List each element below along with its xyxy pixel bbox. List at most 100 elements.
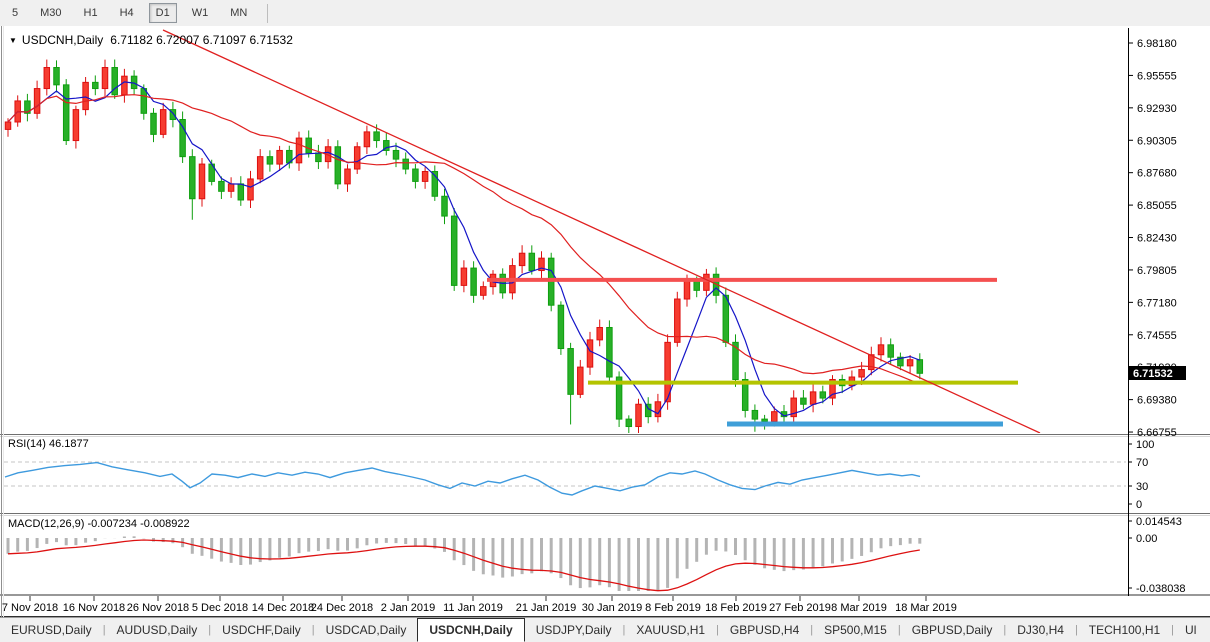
candle-body [800, 397, 807, 405]
candle-body [237, 183, 245, 201]
symbol-tab-gbpusd-daily[interactable]: GBPUSD,Daily [901, 618, 1004, 642]
candle-body [674, 298, 681, 343]
candle-body [33, 88, 41, 114]
rsi-axis-label: 0 [1136, 499, 1142, 511]
toolbar-separator [267, 3, 269, 23]
timeframe-button-m30[interactable]: M30 [33, 3, 68, 23]
candle-body [480, 286, 487, 296]
candle-body [363, 131, 371, 148]
symbol-tab-audusd-daily[interactable]: AUDUSD,Daily [106, 618, 209, 642]
candle-body [353, 146, 361, 170]
symbol-tab-tech100-h1[interactable]: TECH100,H1 [1078, 618, 1171, 642]
candle-body [276, 149, 283, 165]
date-label: 18 Mar 2019 [895, 602, 957, 614]
rsi-indicator-label: RSI(14) 46.1877 [8, 438, 89, 450]
candle-body [92, 81, 99, 90]
symbol-tab-usdcnh-daily[interactable]: USDCNH,Daily [417, 618, 525, 642]
date-label: 18 Feb 2019 [705, 602, 767, 614]
date-label: 8 Mar 2019 [831, 602, 887, 614]
date-label: 26 Nov 2018 [127, 602, 189, 614]
candle-body [577, 366, 584, 395]
candle-body [809, 391, 817, 405]
candle-body [557, 304, 565, 350]
date-label: 16 Nov 2018 [63, 602, 125, 614]
date-label: 8 Feb 2019 [645, 602, 701, 614]
candle-body [518, 252, 526, 267]
candle-body [819, 391, 827, 399]
macd-axis-label: -0.038038 [1136, 583, 1186, 595]
date-label: 24 Dec 2018 [311, 602, 373, 614]
date-label: 14 Dec 2018 [252, 602, 314, 614]
candle-body [179, 119, 186, 158]
candle-body [53, 67, 60, 86]
candle-body [392, 149, 400, 160]
timeframe-button-mn[interactable]: MN [223, 3, 254, 23]
timeframe-button-d1[interactable]: D1 [148, 3, 177, 23]
price-axis-label: 6.98180 [1137, 38, 1177, 50]
candle-body [906, 359, 914, 367]
symbol-dropdown-icon[interactable]: ▼ [9, 36, 17, 45]
timeframe-button-5[interactable]: 5 [5, 3, 25, 23]
candle-body [150, 112, 157, 135]
candle-body [373, 131, 380, 142]
price-axis-label: 6.82430 [1137, 233, 1177, 245]
candle-body [916, 359, 924, 374]
symbol-tab-eurusd-daily[interactable]: EURUSD,Daily [0, 618, 103, 642]
symbol-tab-usdchf-daily[interactable]: USDCHF,Daily [211, 618, 312, 642]
price-axis-label: 6.74555 [1137, 330, 1177, 342]
candle-body [402, 158, 409, 170]
candle-body [441, 195, 448, 217]
candle-body [121, 75, 128, 96]
candle-body [218, 180, 225, 192]
candle-body [771, 411, 778, 423]
symbol-tabbar: EURUSD,Daily | AUDUSD,Daily | USDCHF,Daily | U… [0, 617, 1210, 642]
macd-axis-label: 0.00 [1136, 533, 1157, 545]
candle-body [247, 178, 254, 201]
candle-body [722, 294, 730, 343]
symbol-tab-dj30-h4[interactable]: DJ30,H4 [1006, 618, 1075, 642]
candle-body [72, 109, 80, 142]
date-label: 21 Jan 2019 [516, 602, 577, 614]
candle-body [256, 156, 264, 180]
candle-body [654, 401, 662, 418]
candle-body [315, 152, 322, 163]
symbol-tab-usdjpy-daily[interactable]: USDJPY,Daily [525, 618, 623, 642]
candle-body [635, 403, 642, 428]
date-label: 30 Jan 2019 [582, 602, 643, 614]
macd-indicator-label: MACD(12,26,9) -0.007234 -0.008922 [8, 518, 190, 530]
candle-body [305, 137, 312, 154]
price-axis-label: 6.95555 [1137, 70, 1177, 82]
candle-body [4, 121, 12, 130]
timeframe-toolbar: 5 M30 H1 H4 D1 W1 MN [0, 0, 1210, 27]
candle-body [421, 171, 429, 182]
candle-body [470, 267, 477, 296]
candle-body [625, 418, 633, 428]
price-axis-label: 6.87680 [1137, 168, 1177, 180]
candle-body [43, 67, 51, 90]
candle-body [295, 137, 303, 164]
timeframe-button-w1[interactable]: W1 [185, 3, 216, 23]
date-label: 2 Jan 2019 [381, 602, 435, 614]
rsi-axis-label: 100 [1136, 439, 1154, 451]
candle-body [877, 344, 885, 356]
price-axis-label: 6.77180 [1137, 297, 1177, 309]
chart-ohlc-values: 6.71182 6.72007 6.71097 6.71532 [110, 33, 293, 47]
candle-body [528, 252, 536, 272]
symbol-tab-sp500-m15[interactable]: SP500,M15 [813, 618, 898, 642]
timeframe-button-h4[interactable]: H4 [113, 3, 141, 23]
candle-body [189, 156, 196, 200]
price-axis-label: 6.85055 [1137, 200, 1177, 212]
symbol-tab-ul[interactable]: Ul [1174, 618, 1207, 642]
candle-body [334, 146, 342, 185]
date-label: 7 Nov 2018 [2, 602, 58, 614]
symbol-tab-usdcad-daily[interactable]: USDCAD,Daily [315, 618, 418, 642]
timeframe-button-h1[interactable]: H1 [77, 3, 105, 23]
symbol-tab-xauusd-h1[interactable]: XAUUSD,H1 [625, 618, 716, 642]
candle-body [761, 418, 768, 423]
candle-body [703, 273, 710, 291]
candle-body [606, 326, 613, 378]
symbol-tab-gbpusd-h4[interactable]: GBPUSD,H4 [719, 618, 810, 642]
candle-body [683, 279, 691, 300]
price-axis-label: 6.79805 [1137, 265, 1177, 277]
macd-axis-label: 0.014543 [1136, 516, 1182, 528]
